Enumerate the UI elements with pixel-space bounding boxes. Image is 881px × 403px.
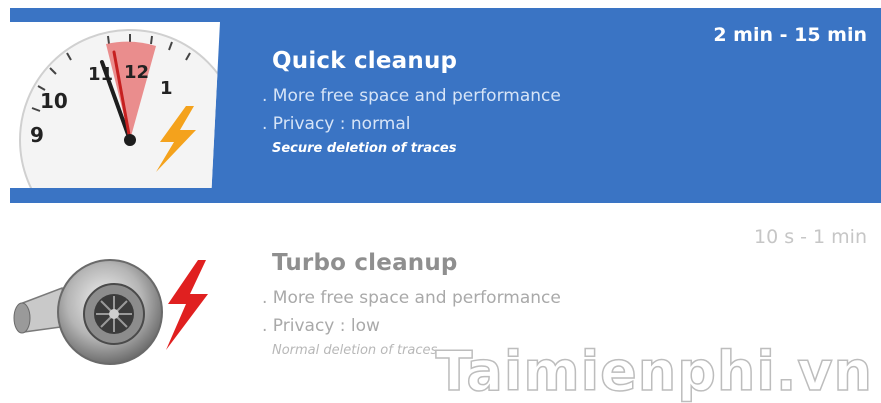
option-title: Quick cleanup xyxy=(272,48,458,74)
stopwatch-lightning-icon: 9 10 11 12 1 xyxy=(10,22,220,188)
option-note: Secure deletion of traces xyxy=(272,141,457,156)
option-privacy: . Privacy : low xyxy=(262,316,380,336)
option-duration: 10 s - 1 min xyxy=(753,226,867,248)
svg-text:1: 1 xyxy=(160,78,173,99)
option-note: Normal deletion of traces xyxy=(272,343,438,358)
turbocharger-lightning-icon xyxy=(10,232,220,398)
svg-text:12: 12 xyxy=(124,62,149,83)
option-benefit: . More free space and performance xyxy=(262,86,561,106)
svg-text:9: 9 xyxy=(30,123,44,147)
option-duration: 2 min - 15 min xyxy=(713,24,867,46)
option-benefit: . More free space and performance xyxy=(262,288,561,308)
option-privacy: . Privacy : normal xyxy=(262,114,411,134)
option-turbo-cleanup[interactable]: Turbo cleanup . More free space and perf… xyxy=(10,210,881,395)
option-quick-cleanup[interactable]: 9 10 11 12 1 Quick cleanup . More free s… xyxy=(10,8,881,203)
svg-text:10: 10 xyxy=(40,89,68,113)
option-title: Turbo cleanup xyxy=(272,250,458,276)
